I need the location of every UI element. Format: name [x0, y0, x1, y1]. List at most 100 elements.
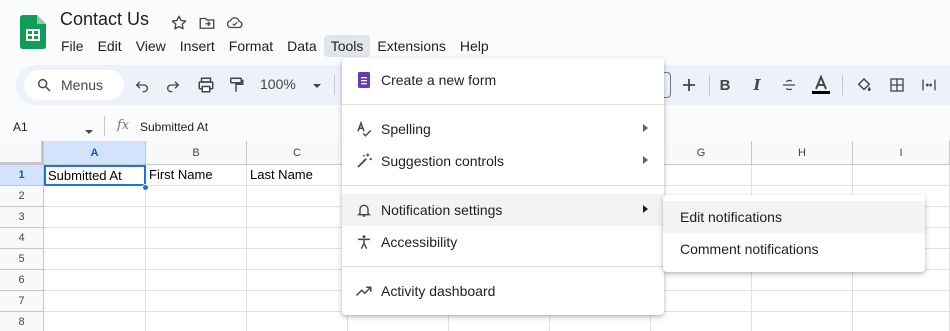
row-header-6[interactable]: 6	[0, 270, 44, 291]
menu-file[interactable]: File	[54, 35, 91, 57]
fill-color-icon[interactable]	[852, 73, 876, 97]
grid-cell[interactable]	[853, 270, 950, 291]
menu-extensions[interactable]: Extensions	[370, 35, 452, 57]
name-box-chevron-down-icon[interactable]	[84, 123, 94, 141]
grid-cell[interactable]	[247, 207, 348, 228]
row-header-1[interactable]: 1	[0, 165, 44, 186]
borders-icon[interactable]	[885, 73, 909, 97]
merge-cells-icon[interactable]	[917, 73, 941, 97]
grid-cell[interactable]	[44, 186, 146, 207]
grid-cell[interactable]	[752, 291, 853, 312]
formula-input[interactable]: Submitted At	[140, 120, 208, 134]
menu-item-label: Accessibility	[381, 234, 458, 250]
menu-item-edit-notifications[interactable]: Edit notifications	[663, 201, 925, 233]
menu-format[interactable]: Format	[222, 35, 280, 57]
name-box[interactable]: A1	[13, 120, 28, 134]
cell-b1[interactable]: First Name	[146, 165, 247, 186]
grid-cell[interactable]	[247, 270, 348, 291]
menu-divider	[342, 185, 664, 186]
submenu-arrow-icon	[643, 156, 648, 164]
grid-cell[interactable]	[853, 312, 950, 331]
sheets-logo-icon[interactable]	[20, 15, 46, 49]
move-folder-icon[interactable]	[196, 12, 218, 34]
row-header-7[interactable]: 7	[0, 291, 44, 312]
row-header-4[interactable]: 4	[0, 228, 44, 249]
menus-search[interactable]: Menus	[24, 70, 124, 100]
menu-item-spelling[interactable]: Spelling	[342, 113, 664, 145]
grid-cell[interactable]	[44, 207, 146, 228]
italic-icon[interactable]: I	[745, 73, 769, 97]
select-all-corner[interactable]	[0, 141, 44, 165]
formula-bar-divider	[104, 116, 105, 136]
grid-cell[interactable]	[146, 207, 247, 228]
grid-cell[interactable]	[146, 186, 247, 207]
grid-cell[interactable]	[651, 291, 752, 312]
strikethrough-icon[interactable]	[777, 73, 801, 97]
grid-cell[interactable]	[146, 249, 247, 270]
increase-font-size-icon[interactable]	[677, 73, 701, 97]
menu-item-suggestion-controls[interactable]: Suggestion controls	[342, 145, 664, 177]
column-header-c[interactable]: C	[247, 141, 348, 165]
column-header-b[interactable]: B	[146, 141, 247, 165]
grid-cell[interactable]	[146, 228, 247, 249]
text-color-icon[interactable]	[809, 73, 833, 97]
menu-item-create-form[interactable]: Create a new form	[342, 64, 664, 96]
undo-icon[interactable]	[130, 73, 154, 97]
grid-cell[interactable]	[247, 249, 348, 270]
menu-item-accessibility[interactable]: Accessibility	[342, 226, 664, 258]
column-header-i[interactable]: I	[853, 141, 950, 165]
grid-cell[interactable]	[752, 165, 853, 186]
grid-cell[interactable]	[752, 312, 853, 331]
grid-cell[interactable]	[247, 312, 348, 331]
grid-cell[interactable]	[44, 249, 146, 270]
menu-item-notification-settings[interactable]: Notification settings	[342, 194, 664, 226]
grid-cell[interactable]	[651, 165, 752, 186]
grid-cell[interactable]	[146, 291, 247, 312]
cloud-saved-icon[interactable]	[224, 12, 246, 34]
cell-c1[interactable]: Last Name	[247, 165, 348, 186]
grid-cell[interactable]	[752, 270, 853, 291]
grid-cell[interactable]	[146, 312, 247, 331]
document-title[interactable]: Contact Us	[60, 9, 149, 30]
menu-tools[interactable]: Tools	[323, 35, 371, 57]
row-header-2[interactable]: 2	[0, 186, 44, 207]
menu-edit[interactable]: Edit	[91, 35, 129, 57]
paint-format-icon[interactable]	[224, 73, 248, 97]
row-header-3[interactable]: 3	[0, 207, 44, 228]
toolbar-divider	[842, 75, 843, 95]
grid-cell[interactable]	[651, 270, 752, 291]
sheets-app: Contact Us File Edit View Insert Format …	[0, 0, 950, 331]
font-size-input[interactable]	[663, 72, 671, 98]
redo-icon[interactable]	[161, 73, 185, 97]
grid-cell[interactable]	[247, 186, 348, 207]
row-header-5[interactable]: 5	[0, 249, 44, 270]
print-icon[interactable]	[194, 73, 218, 97]
chevron-down-icon[interactable]	[305, 74, 329, 98]
grid-cell[interactable]	[44, 312, 146, 331]
menu-data[interactable]: Data	[280, 35, 324, 57]
menu-help[interactable]: Help	[453, 35, 496, 57]
grid-cell[interactable]	[651, 312, 752, 331]
grid-cell[interactable]	[44, 291, 146, 312]
grid-cell[interactable]	[853, 165, 950, 186]
zoom-select[interactable]: 100%	[260, 76, 296, 92]
column-header-h[interactable]: H	[752, 141, 853, 165]
menu-insert[interactable]: Insert	[173, 35, 222, 57]
grid-cell[interactable]	[247, 228, 348, 249]
fill-handle[interactable]	[142, 184, 149, 191]
grid-cell[interactable]	[44, 228, 146, 249]
menu-item-activity-dashboard[interactable]: Activity dashboard	[342, 275, 664, 307]
menu-item-label: Activity dashboard	[381, 283, 496, 299]
cell-a1[interactable]: Submitted At	[44, 165, 146, 186]
column-header-g[interactable]: G	[651, 141, 752, 165]
star-icon[interactable]	[168, 12, 190, 34]
menu-item-comment-notifications[interactable]: Comment notifications	[663, 233, 925, 265]
grid-cell[interactable]	[146, 270, 247, 291]
grid-cell[interactable]	[44, 270, 146, 291]
row-header-8[interactable]: 8	[0, 312, 44, 331]
column-header-a[interactable]: A	[44, 141, 146, 165]
menu-view[interactable]: View	[129, 35, 173, 57]
bold-icon[interactable]: B	[713, 73, 737, 97]
grid-cell[interactable]	[247, 291, 348, 312]
grid-cell[interactable]	[853, 291, 950, 312]
